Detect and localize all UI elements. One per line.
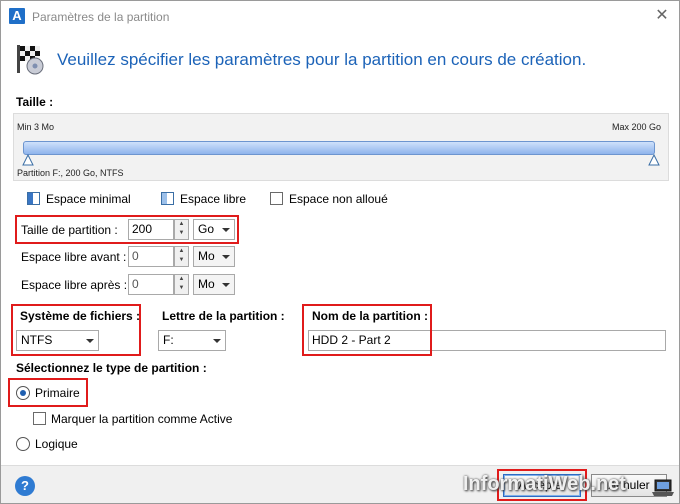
- free-space-label: Espace libre: [180, 192, 247, 206]
- minimal-space-swatch: [27, 192, 40, 205]
- logical-radio[interactable]: [16, 437, 30, 451]
- free-after-label: Espace libre après :: [21, 278, 128, 292]
- filesystem-label: Système de fichiers :: [20, 309, 141, 323]
- slider-min-label: Min 3 Mo: [17, 122, 55, 132]
- window-title: Paramètres de la partition: [32, 10, 170, 24]
- accept-button[interactable]: Accepter: [503, 474, 581, 497]
- free-before-unit-select[interactable]: Mo: [193, 246, 235, 267]
- primary-label: Primaire: [35, 386, 80, 400]
- unallocated-space-swatch: [270, 192, 283, 205]
- slider-left-handle[interactable]: [22, 154, 34, 166]
- logical-label: Logique: [35, 437, 78, 451]
- free-before-label: Espace libre avant :: [21, 250, 127, 264]
- checkered-flag-disk-icon: [17, 45, 44, 75]
- drive-letter-select[interactable]: F:: [158, 330, 226, 351]
- title-bar: A Paramètres de la partition ✕: [1, 1, 679, 32]
- size-section-label: Taille :: [16, 95, 54, 109]
- filesystem-select[interactable]: NTFS: [16, 330, 99, 351]
- help-icon[interactable]: ?: [15, 476, 35, 496]
- close-icon[interactable]: ✕: [651, 6, 673, 26]
- laptop-logo-icon: [652, 479, 674, 496]
- free-before-spinner[interactable]: ▲ ▼: [174, 246, 189, 267]
- drive-letter-label: Lettre de la partition :: [162, 309, 285, 323]
- free-after-unit-select[interactable]: Mo: [193, 274, 235, 295]
- partition-name-input[interactable]: HDD 2 - Part 2: [308, 330, 666, 351]
- free-after-input[interactable]: 0: [128, 274, 174, 295]
- unallocated-space-label: Espace non alloué: [289, 192, 388, 206]
- partition-size-input[interactable]: 200: [128, 219, 174, 240]
- partition-size-bar[interactable]: [23, 141, 655, 155]
- slider-right-handle[interactable]: [648, 154, 660, 166]
- partition-name-label: Nom de la partition :: [312, 309, 429, 323]
- free-after-spinner[interactable]: ▲ ▼: [174, 274, 189, 295]
- partition-info-text: Partition F:, 200 Go, NTFS: [17, 168, 124, 178]
- mark-active-label: Marquer la partition comme Active: [51, 412, 233, 426]
- partition-size-spinner[interactable]: ▲ ▼: [174, 219, 189, 240]
- partition-size-unit-select[interactable]: Go: [193, 219, 235, 240]
- partition-size-label: Taille de partition :: [21, 223, 118, 237]
- mark-active-checkbox[interactable]: [33, 412, 46, 425]
- header-instruction: Veuillez spécifier les paramètres pour l…: [57, 50, 587, 69]
- slider-max-label: Max 200 Go: [612, 122, 662, 132]
- minimal-space-label: Espace minimal: [46, 192, 131, 206]
- app-logo-icon: A: [9, 8, 25, 24]
- free-space-swatch: [161, 192, 174, 205]
- partition-settings-dialog: A Paramètres de la partition ✕ Veuillez …: [0, 0, 680, 504]
- primary-radio[interactable]: [16, 386, 30, 400]
- partition-type-label: Sélectionnez le type de partition :: [16, 361, 207, 375]
- free-before-input[interactable]: 0: [128, 246, 174, 267]
